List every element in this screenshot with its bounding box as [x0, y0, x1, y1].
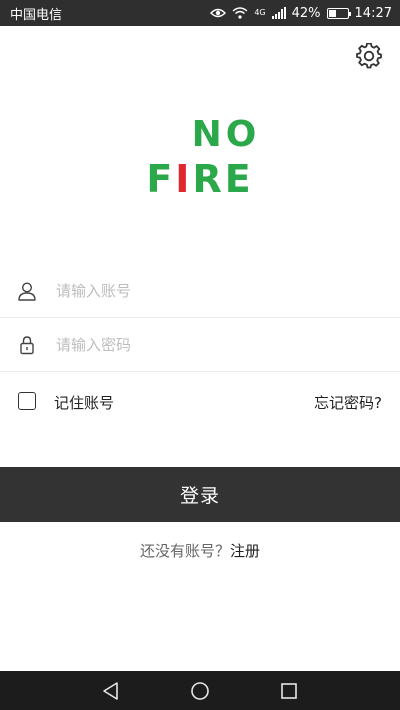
circle-home-icon[interactable] [190, 681, 210, 701]
wifi-icon [232, 7, 248, 19]
clock: 14:27 [354, 5, 392, 21]
battery-fill [328, 9, 337, 17]
lock-icon [20, 336, 34, 355]
network-label: 4G [254, 8, 266, 17]
battery-icon [326, 7, 351, 19]
remember-checkbox[interactable] [18, 392, 36, 410]
password-divider [0, 371, 400, 372]
status-bar: 中国电信 4G 42% 14:27 [0, 0, 400, 26]
logo-line-1: NO [192, 114, 260, 155]
logo-line-2: FIRE [146, 157, 253, 198]
app-logo: NO FIRE [140, 112, 260, 201]
password-row [0, 318, 400, 372]
logo-letter-i: I [175, 157, 192, 198]
register-question: 还没有账号？ [139, 542, 230, 560]
forgot-password-link[interactable]: 忘记密码? [314, 392, 382, 413]
logo-letter-f: F [146, 157, 175, 198]
settings-button[interactable] [356, 42, 382, 69]
status-icons: 4G 42% 14:27 [210, 6, 392, 21]
account-row [0, 264, 400, 318]
gear-icon [356, 42, 382, 69]
battery-percent: 42% [291, 5, 321, 21]
logo-letters-re: RE [192, 157, 253, 198]
account-input[interactable] [54, 281, 358, 301]
remember-row: 记住账号 忘记密码? [0, 386, 400, 416]
remember-label[interactable]: 记住账号 [54, 392, 114, 413]
signal-icon [271, 7, 286, 19]
triangle-back-icon[interactable] [101, 681, 121, 701]
user-icon [18, 282, 36, 301]
register-link[interactable]: 注册 [230, 542, 260, 560]
login-button[interactable]: 登录 [0, 467, 400, 522]
eye-icon [210, 8, 227, 18]
register-prompt: 还没有账号？注册 [0, 540, 400, 561]
carrier-label: 中国电信 [10, 7, 63, 23]
navigation-bar [0, 671, 400, 710]
square-recents-icon[interactable] [279, 681, 299, 701]
password-input[interactable] [54, 335, 358, 355]
